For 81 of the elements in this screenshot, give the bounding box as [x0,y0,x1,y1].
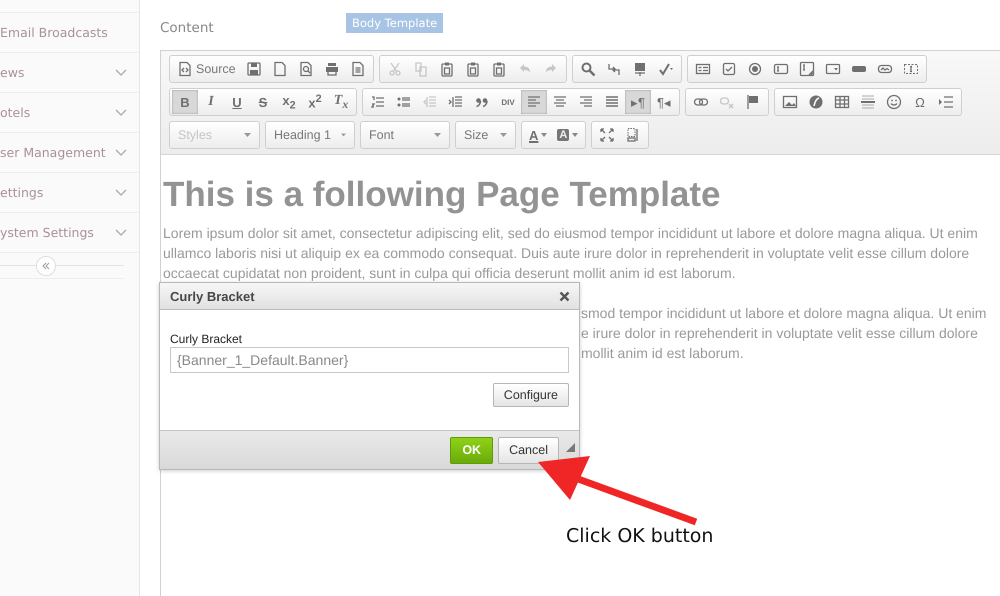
clipboard-icon [490,61,507,77]
toolbar-button[interactable]: ▸¶ [625,90,651,114]
sidebar-item[interactable]: otels [0,93,139,133]
copy-pages-icon [412,61,429,77]
sidebar-item[interactable]: ettings [0,173,139,213]
clipboard-icon [464,61,481,77]
toolbar-button[interactable] [521,90,547,114]
caret-icon [434,133,441,137]
double-chevron-left-icon [41,262,51,270]
content-label: Content [160,20,215,36]
image-icon [782,94,798,110]
paragraph-line: ullamco laboris nisi ut aliquip ex ea commodo consequat. Duis aute irure dolor in reprehenderit in voluptate velit esse cillum dolore [163,244,970,263]
sidebar-item[interactable]: ews [0,53,139,93]
field-label: Curly Bracket [170,332,244,346]
dropdown-combo[interactable]: Heading 1 [265,121,355,149]
caret-icon [541,133,548,137]
text-input-field[interactable]: {Banner_1_Default.Banner} [170,347,569,373]
configure-button[interactable]: Configure [492,383,569,407]
spell-check-icon [658,61,674,77]
table-icon [834,94,850,110]
paragraph-line: smod tempor incididunt ut labore et dolore magna aliqua. Ut enim [581,304,988,323]
horizontal-rule-icon [860,94,876,110]
dropdown-field-icon [824,61,841,77]
flash-circle-icon [808,94,824,110]
toolbar-button[interactable]: U [224,90,250,114]
toolbar-button[interactable]: Ω [907,90,933,114]
search-icon [580,61,596,77]
paragraph-line: mollit anim id est laborum. [581,344,745,363]
scissors-icon [386,61,403,77]
cancel-button[interactable]: Cancel [498,436,559,464]
align-justify-icon [604,94,620,110]
clipboard-icon [438,61,455,77]
toolbar-button[interactable]: DIV [495,90,521,114]
toolbar-button[interactable]: Source [172,57,241,81]
page-break-icon [938,94,954,110]
form-icon [694,61,711,77]
swap-arrows-icon [606,61,622,77]
dropdown-combo[interactable]: Font [360,121,450,149]
text-field-icon [772,61,789,77]
smiley-icon [886,94,902,110]
outdent-icon [422,94,438,110]
printer-icon [324,61,340,77]
checkbox-icon [720,61,737,77]
toolbar-button[interactable]: S [250,90,276,114]
radio-button-icon [746,61,763,77]
ok-button[interactable]: OK [450,436,494,464]
toolbar-button[interactable]: A [552,123,584,147]
caret-icon [244,133,251,137]
code-document-icon [177,61,193,77]
sidebar-item[interactable]: Email Broadcasts [0,13,139,53]
caret-icon [500,133,507,137]
sidebar-item[interactable]: ystem Settings [0,213,139,253]
numbered-list-icon [370,94,386,110]
toolbar-button[interactable]: x$_{2}$ [276,90,302,114]
text-area-icon [798,61,815,77]
close-icon[interactable] [559,290,570,302]
toolbar-button[interactable]: A [524,123,552,147]
page-magnifier-icon [298,61,314,77]
document-heading: This is a following Page Template [163,175,722,215]
toolbar-button[interactable]: x$^{2}$ [302,90,328,114]
dialog-title: Curly Bracket [170,288,255,304]
dropdown-combo[interactable]: Size [455,121,516,149]
toolbar-button[interactable]: I [198,90,224,114]
paragraph-line: occaecat cupidatat non proident, sunt in culpa qui officia deserunt mollit anim id est laborum. [163,264,737,283]
sidebar-item[interactable]: ser Management [0,133,139,173]
toolbar-button[interactable]: ¶◂ [651,90,677,114]
caret-icon [572,133,578,137]
blank-page-icon [272,61,288,77]
toolbar-button[interactable]: B [172,90,198,114]
maximize-arrows-icon [599,127,616,143]
flag-icon [745,94,761,110]
hidden-field-icon [902,61,919,77]
indent-icon [448,94,464,110]
caret-icon [341,133,346,137]
resize-grip-icon[interactable] [566,443,575,452]
paragraph-line: e irure dolor in reprehenderit in voluptate velit esse cillum dolore [581,324,979,343]
template-badge: Body Template [346,13,444,33]
annotation-text: Click OK button [566,525,714,547]
toolbar-button[interactable]: T$_{x}$ [328,90,354,114]
paragraph-line: Lorem ipsum dolor sit amet, consectetur adipiscing elit, sed do eiusmod tempor incididunt ut labore et dolore magna aliqua. Ut enim [163,224,979,243]
document-lines-icon [350,61,366,77]
